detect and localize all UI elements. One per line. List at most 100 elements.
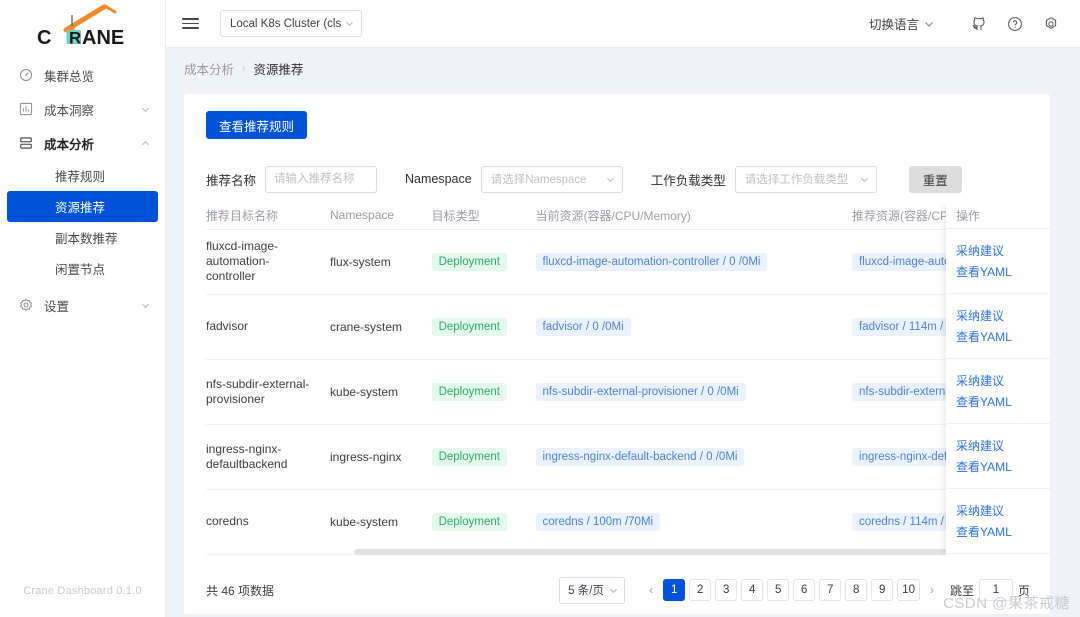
jump-to-unit: 页 bbox=[1017, 583, 1030, 598]
cell-current-resource: coredns / 100m /70Mi bbox=[535, 512, 661, 531]
top-bar: Local K8s Cluster (cls-2gfb 切换语言 bbox=[166, 0, 1080, 48]
page-button-7[interactable]: 7 bbox=[819, 579, 842, 601]
recommendations-table: 推荐目标名称 Namespace 目标类型 当前资源(容器/CPU/Memory… bbox=[206, 202, 1050, 555]
help-circle-icon[interactable] bbox=[1004, 13, 1026, 35]
workload-type-select-value: 请选择工作负载类型 bbox=[744, 174, 849, 186]
cell-target-name: nfs-subdir-external-provisioner bbox=[206, 376, 310, 406]
sidebar-item-cost-insight[interactable]: 成本洞察 bbox=[0, 92, 165, 126]
adopt-suggestion-link[interactable]: 采纳建议 bbox=[956, 374, 1050, 388]
page-size-select[interactable]: 5 条/页 bbox=[559, 576, 626, 604]
chevron-down-icon bbox=[860, 175, 869, 184]
row-actions: 采纳建议 查看YAML bbox=[946, 359, 1050, 424]
page-button-5[interactable]: 5 bbox=[767, 579, 790, 601]
content-card: 查看推荐规则 推荐名称 Namespace 请选择Namespace bbox=[184, 94, 1050, 614]
page-button-10[interactable]: 10 bbox=[897, 579, 920, 601]
cell-namespace: flux-system bbox=[330, 254, 391, 269]
cell-target-type-badge: Deployment bbox=[431, 252, 507, 271]
table-row: ingress-nginx-defaultbackend ingress-ngi… bbox=[206, 424, 1050, 490]
view-yaml-link[interactable]: 查看YAML bbox=[956, 395, 1050, 409]
row-actions: 采纳建议 查看YAML bbox=[946, 424, 1050, 489]
page-button-3[interactable]: 3 bbox=[715, 579, 738, 601]
column-header-target-type: 目标类型 bbox=[431, 202, 536, 230]
cell-target-name: fluxcd-image-automation-controller bbox=[206, 239, 279, 283]
adopt-suggestion-link[interactable]: 采纳建议 bbox=[956, 504, 1050, 518]
cell-target-name: fadvisor bbox=[206, 319, 249, 333]
chevron-down-icon bbox=[345, 19, 354, 28]
hamburger-icon[interactable] bbox=[182, 14, 202, 34]
page-button-2[interactable]: 2 bbox=[689, 579, 712, 601]
sidebar-subitem-resource-recommend[interactable]: 资源推荐 bbox=[7, 191, 158, 222]
breadcrumb: 成本分析 › 资源推荐 bbox=[166, 52, 1050, 84]
horizontal-scrollbar-thumb[interactable] bbox=[354, 549, 1034, 555]
cell-namespace: ingress-nginx bbox=[330, 449, 402, 464]
sidebar-item-settings[interactable]: 设置 bbox=[0, 288, 165, 322]
chevron-up-icon bbox=[139, 137, 151, 149]
sidebar-subitem-idle-nodes[interactable]: 闲置节点 bbox=[7, 253, 158, 284]
next-page-button[interactable]: › bbox=[922, 578, 942, 602]
sidebar-item-cost-analysis[interactable]: 成本分析 bbox=[0, 126, 165, 160]
namespace-select[interactable]: 请选择Namespace bbox=[480, 165, 623, 193]
jump-to-input[interactable] bbox=[978, 579, 1013, 601]
table-row: coredns kube-system Deployment coredns /… bbox=[206, 489, 1050, 555]
page-button-9[interactable]: 9 bbox=[871, 579, 894, 601]
namespace-select-value: 请选择Namespace bbox=[490, 174, 587, 186]
chevron-down-icon bbox=[606, 175, 615, 184]
total-count-label: 共 46 项数据 bbox=[206, 583, 275, 598]
language-switcher[interactable]: 切换语言 bbox=[869, 14, 934, 33]
app-logo[interactable]: C R ANE bbox=[0, 0, 165, 48]
breadcrumb-parent[interactable]: 成本分析 bbox=[184, 59, 234, 78]
adopt-suggestion-link[interactable]: 采纳建议 bbox=[956, 309, 1050, 323]
prev-page-button[interactable]: ‹ bbox=[641, 578, 661, 602]
sidebar-subitem-replica-recommend[interactable]: 副本数推荐 bbox=[7, 222, 158, 253]
dashboard-icon bbox=[18, 67, 34, 83]
breadcrumb-current: 资源推荐 bbox=[253, 62, 304, 77]
breadcrumb-separator-icon: › bbox=[242, 62, 246, 74]
card-toolbar: 查看推荐规则 bbox=[184, 94, 1050, 156]
gear-icon[interactable] bbox=[1040, 13, 1062, 35]
recommend-name-input[interactable] bbox=[265, 165, 378, 193]
view-recommend-rules-button[interactable]: 查看推荐规则 bbox=[206, 111, 308, 139]
cell-namespace: crane-system bbox=[330, 319, 403, 334]
cell-target-type-badge: Deployment bbox=[431, 382, 507, 401]
table-header-row: 推荐目标名称 Namespace 目标类型 当前资源(容器/CPU/Memory… bbox=[206, 202, 1050, 230]
workload-type-label: 工作负载类型 bbox=[650, 173, 726, 188]
page-button-6[interactable]: 6 bbox=[793, 579, 816, 601]
cell-current-resource: fadvisor / 0 /0Mi bbox=[535, 317, 631, 336]
cell-namespace: kube-system bbox=[330, 384, 399, 399]
reset-button[interactable]: 重置 bbox=[908, 165, 962, 193]
table-head: 推荐目标名称 Namespace 目标类型 当前资源(容器/CPU/Memory… bbox=[206, 202, 1050, 230]
chevron-down-icon bbox=[924, 19, 934, 29]
cell-namespace: kube-system bbox=[330, 514, 399, 529]
sidebar-nav: 集群总览 成本洞察 成本分析 推荐规则 资源推荐 副本数推荐 闲置节点 设置 bbox=[0, 58, 165, 565]
workload-type-select[interactable]: 请选择工作负载类型 bbox=[734, 165, 877, 193]
sidebar-subitem-label: 推荐规则 bbox=[55, 170, 106, 184]
adopt-suggestion-link[interactable]: 采纳建议 bbox=[956, 244, 1050, 258]
chevron-down-icon bbox=[139, 103, 151, 115]
filter-bar: 推荐名称 Namespace 请选择Namespace 工作负载类型 请选择工作… bbox=[184, 156, 1050, 202]
sidebar-item-cluster-overview[interactable]: 集群总览 bbox=[0, 58, 165, 92]
adopt-suggestion-link[interactable]: 采纳建议 bbox=[956, 439, 1050, 453]
layers-icon bbox=[18, 135, 34, 151]
cell-target-name: ingress-nginx-defaultbackend bbox=[206, 441, 288, 471]
horizontal-scrollbar[interactable] bbox=[228, 546, 1050, 557]
app-root: C R ANE 集群总览 成本洞察 成本分析 推荐规则 资源推荐 副本数推荐 闲… bbox=[0, 0, 1080, 617]
page-button-4[interactable]: 4 bbox=[741, 579, 764, 601]
page-button-8[interactable]: 8 bbox=[845, 579, 868, 601]
row-actions: 采纳建议 查看YAML bbox=[946, 489, 1050, 554]
view-yaml-link[interactable]: 查看YAML bbox=[956, 525, 1050, 539]
cluster-selector-value: Local K8s Cluster (cls-2gfb bbox=[230, 17, 341, 30]
cluster-selector[interactable]: Local K8s Cluster (cls-2gfb bbox=[220, 10, 362, 37]
github-icon[interactable] bbox=[968, 13, 990, 35]
column-header-namespace: Namespace bbox=[330, 202, 432, 230]
view-yaml-link[interactable]: 查看YAML bbox=[956, 460, 1050, 474]
recommend-name-label: 推荐名称 bbox=[206, 173, 257, 188]
page-button-1[interactable]: 1 bbox=[663, 579, 686, 601]
view-yaml-link[interactable]: 查看YAML bbox=[956, 265, 1050, 279]
crane-logo-svg: C R ANE bbox=[37, 4, 124, 47]
page-size-value: 5 条/页 bbox=[568, 585, 604, 597]
sidebar-subitem-recommend-rules[interactable]: 推荐规则 bbox=[7, 160, 158, 191]
gear-icon bbox=[18, 297, 34, 313]
view-yaml-link[interactable]: 查看YAML bbox=[956, 330, 1050, 344]
table-body: fluxcd-image-automation-controller flux-… bbox=[206, 229, 1050, 555]
svg-text:R: R bbox=[69, 29, 81, 47]
